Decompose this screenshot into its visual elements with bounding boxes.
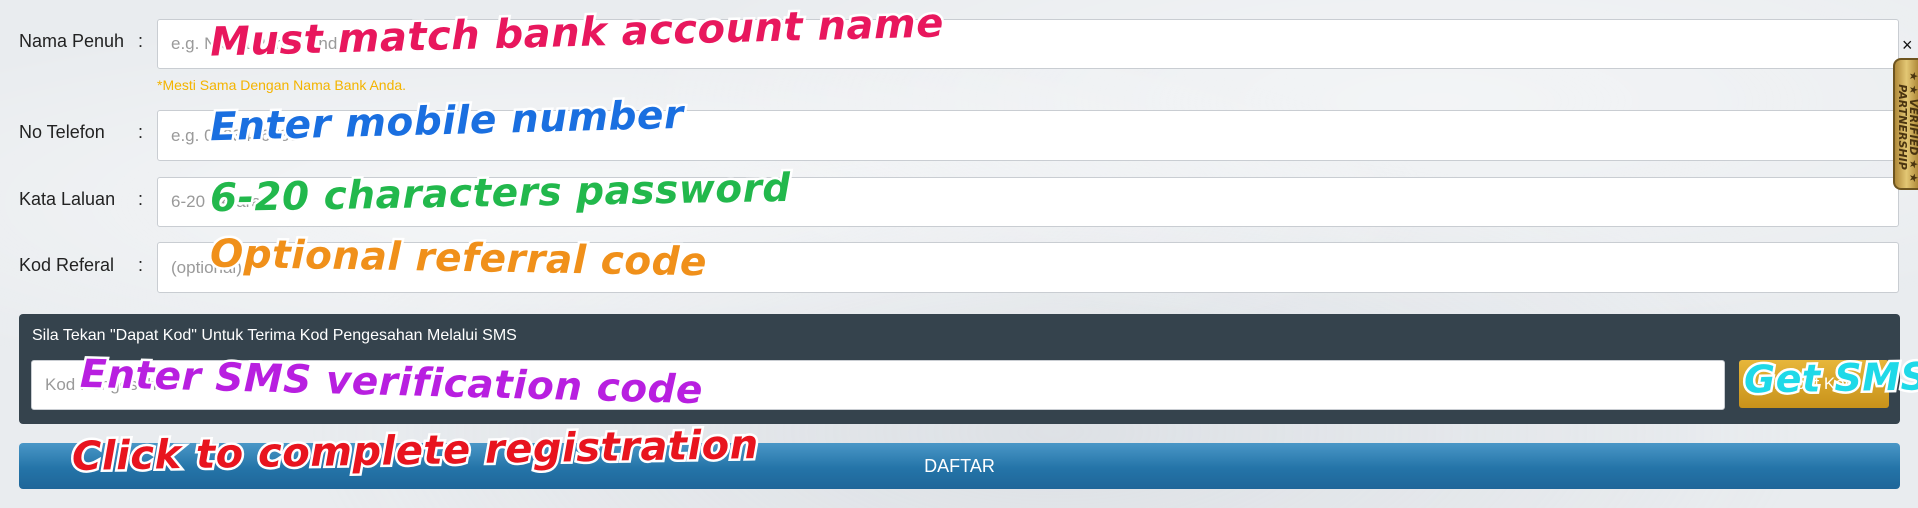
- password-label: Kata Laluan: [19, 189, 116, 209]
- full-name-label: Nama Penuh: [19, 31, 125, 51]
- verified-partnership-badge[interactable]: ★ ★ VERIFIED ★ ★ PARTNERSHIP: [1893, 58, 1918, 190]
- referral-colon: :: [138, 255, 144, 275]
- sms-instruction: Sila Tekan "Dapat Kod" Untuk Terima Kod …: [32, 327, 517, 344]
- full-name-input[interactable]: [157, 19, 1899, 69]
- phone-colon: :: [138, 122, 144, 142]
- full-name-hint: *Mesti Sama Dengan Nama Bank Anda.: [157, 77, 407, 93]
- verified-partnership-text: ★ ★ VERIFIED ★ ★ PARTNERSHIP: [1896, 71, 1918, 183]
- referral-input[interactable]: [157, 242, 1899, 293]
- close-icon[interactable]: ×: [1902, 36, 1913, 54]
- phone-label: No Telefon: [19, 122, 105, 142]
- password-input[interactable]: [157, 177, 1899, 227]
- get-code-button[interactable]: Dapat Kod: [1739, 360, 1889, 408]
- referral-label: Kod Referal: [19, 255, 115, 275]
- register-button[interactable]: DAFTAR: [19, 443, 1900, 489]
- full-name-colon: :: [138, 31, 144, 51]
- phone-input[interactable]: [157, 110, 1899, 161]
- sms-code-input[interactable]: [31, 360, 1725, 410]
- password-colon: :: [138, 189, 144, 209]
- registration-form: Nama Penuh : *Mesti Sama Dengan Nama Ban…: [0, 0, 1918, 508]
- sms-verification-panel: Sila Tekan "Dapat Kod" Untuk Terima Kod …: [19, 314, 1900, 424]
